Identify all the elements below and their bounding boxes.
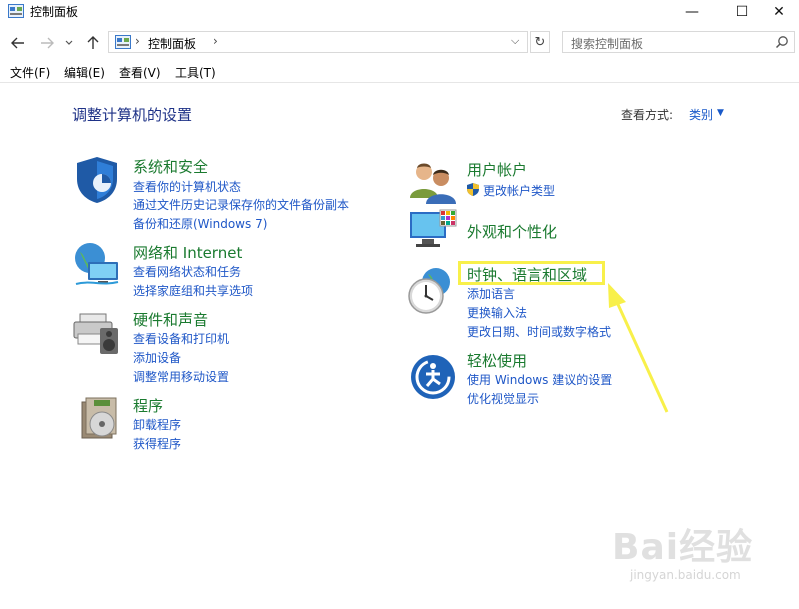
search-placeholder: 搜索控制面板 — [571, 37, 644, 51]
link-change-date-time-format[interactable]: 更改日期、时间或数字格式 — [467, 323, 611, 340]
search-icon[interactable] — [775, 35, 789, 49]
category-title-appearance[interactable]: 外观和个性化 — [467, 221, 557, 242]
arrow-right-icon — [41, 37, 54, 49]
link-optimize-visual-display[interactable]: 优化视觉显示 — [467, 390, 539, 407]
arrow-up-icon — [87, 36, 99, 49]
address-dropdown-button[interactable]: ⌵ — [511, 34, 519, 48]
view-by-dropdown[interactable]: 类别 — [689, 106, 713, 123]
minimize-button[interactable]: — — [669, 0, 715, 24]
arrow-left-icon — [11, 37, 24, 49]
close-button[interactable]: ✕ — [756, 0, 799, 24]
control-panel-icon — [115, 35, 131, 49]
recent-locations-button[interactable] — [62, 34, 76, 52]
chevron-down-icon — [65, 40, 73, 45]
link-change-account-type[interactable]: 更改帐户类型 — [483, 182, 555, 199]
menu-view[interactable]: 查看(V) — [119, 64, 161, 81]
menu-bar: 文件(F) 编辑(E) 查看(V) 工具(T) — [0, 62, 799, 83]
up-button[interactable] — [83, 34, 103, 52]
category-title-system-security[interactable]: 系统和安全 — [133, 156, 208, 177]
link-view-computer-status[interactable]: 查看你的计算机状态 — [133, 178, 241, 195]
user-accounts-icon[interactable] — [408, 158, 458, 208]
breadcrumb-separator[interactable]: › — [135, 34, 140, 48]
category-title-network-internet[interactable]: 网络和 Internet — [133, 242, 242, 263]
printer-speaker-icon[interactable] — [72, 306, 122, 356]
category-title-programs[interactable]: 程序 — [133, 395, 163, 416]
breadcrumb-control-panel[interactable]: 控制面板 — [148, 35, 196, 52]
link-change-input-method[interactable]: 更换输入法 — [467, 304, 527, 321]
link-add-device[interactable]: 添加设备 — [133, 349, 181, 366]
watermark-brand: Bai经验 — [612, 527, 754, 568]
link-windows-recommended-settings[interactable]: 使用 Windows 建议的设置 — [467, 371, 612, 388]
highlight-annotation-box — [458, 261, 605, 285]
view-by-label: 查看方式: — [621, 108, 674, 122]
watermark: Bai经验 jingyan.baidu.com — [612, 518, 762, 588]
link-get-programs[interactable]: 获得程序 — [133, 435, 181, 452]
ease-of-access-icon[interactable] — [408, 352, 458, 402]
chevron-down-icon[interactable]: ▼ — [717, 108, 724, 118]
window-title: 控制面板 — [30, 5, 79, 19]
address-bar[interactable]: › 控制面板 › ⌵ — [108, 31, 528, 53]
programs-disc-icon[interactable] — [76, 394, 126, 444]
category-title-hardware-sound[interactable]: 硬件和声音 — [133, 309, 208, 330]
category-title-ease-of-access[interactable]: 轻松使用 — [467, 350, 527, 371]
link-network-status[interactable]: 查看网络状态和任务 — [133, 263, 241, 280]
breadcrumb-separator[interactable]: › — [213, 34, 218, 48]
uac-shield-icon — [467, 183, 479, 196]
link-backup-restore[interactable]: 备份和还原(Windows 7) — [133, 215, 267, 232]
category-title-user-accounts[interactable]: 用户帐户 — [467, 159, 527, 180]
search-input[interactable]: 搜索控制面板 — [562, 31, 795, 53]
link-devices-printers[interactable]: 查看设备和打印机 — [133, 330, 229, 347]
clock-globe-icon[interactable] — [406, 266, 456, 316]
back-button[interactable] — [8, 34, 28, 52]
forward-button[interactable] — [37, 34, 57, 52]
title-bar: 控制面板 — ☐ ✕ — [0, 0, 799, 24]
page-title: 调整计算机的设置 — [72, 106, 193, 124]
control-panel-icon — [8, 4, 24, 18]
menu-tools[interactable]: 工具(T) — [175, 64, 216, 81]
menu-edit[interactable]: 编辑(E) — [64, 64, 105, 81]
link-add-language[interactable]: 添加语言 — [467, 285, 515, 302]
link-homegroup-sharing[interactable]: 选择家庭组和共享选项 — [133, 282, 253, 299]
network-globe-icon[interactable] — [72, 240, 122, 290]
link-mobility-settings[interactable]: 调整常用移动设置 — [133, 368, 229, 385]
shield-icon[interactable] — [72, 155, 122, 205]
appearance-monitor-icon[interactable] — [408, 208, 458, 258]
refresh-button[interactable]: ↻ — [530, 31, 550, 53]
menu-file[interactable]: 文件(F) — [10, 64, 50, 81]
watermark-url: jingyan.baidu.com — [630, 568, 741, 582]
link-uninstall-program[interactable]: 卸载程序 — [133, 416, 181, 433]
link-file-history[interactable]: 通过文件历史记录保存你的文件备份副本 — [133, 196, 349, 213]
